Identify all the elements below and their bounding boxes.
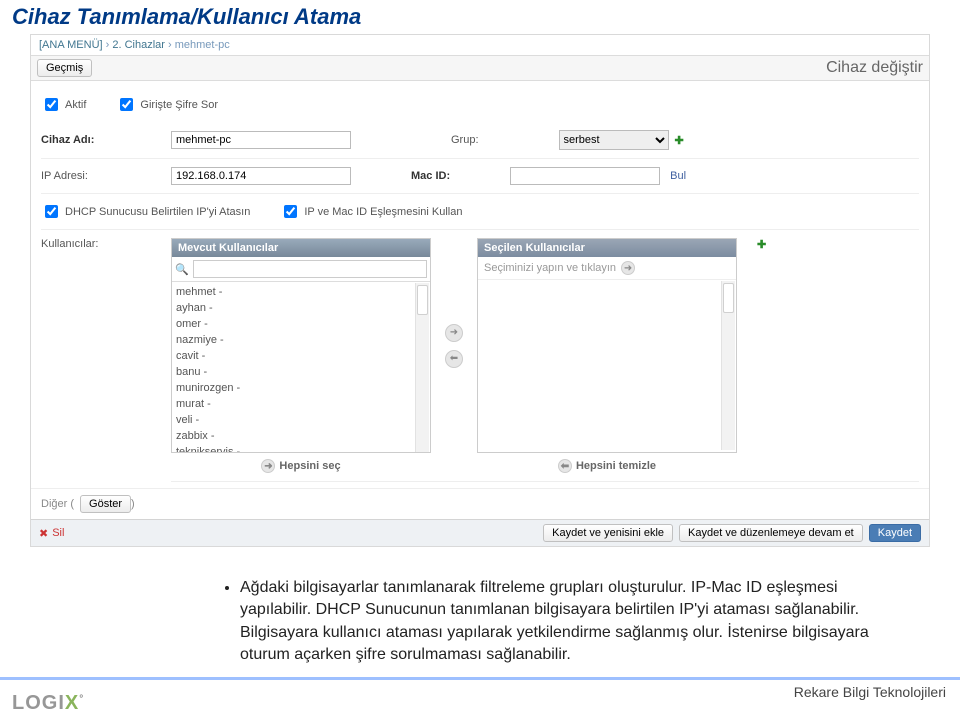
grup-select[interactable]: serbest bbox=[559, 130, 669, 150]
selected-body[interactable] bbox=[478, 280, 736, 450]
list-item[interactable]: zabbix - bbox=[176, 428, 426, 444]
cihaz-adi-input[interactable] bbox=[171, 131, 351, 149]
row-users: Kullanıcılar: Mevcut Kullanıcılar mehmet… bbox=[41, 230, 919, 453]
ip-input[interactable] bbox=[171, 167, 351, 185]
breadcrumb-home[interactable]: [ANA MENÜ] bbox=[39, 39, 103, 51]
list-item[interactable]: murat - bbox=[176, 396, 426, 412]
selected-listbox: Seçilen Kullanıcılar Seçiminizi yapın ve… bbox=[477, 238, 737, 453]
sifre-label: Girişte Şifre Sor bbox=[140, 99, 218, 111]
show-button[interactable]: Göster bbox=[80, 495, 131, 513]
breadcrumb-item: mehmet-pc bbox=[175, 39, 230, 51]
label-cihaz-adi: Cihaz Adı: bbox=[41, 134, 171, 146]
sifre-check-input[interactable] bbox=[120, 98, 133, 111]
hint-arrow-icon: ➜ bbox=[621, 261, 635, 275]
available-header: Mevcut Kullanıcılar bbox=[172, 239, 430, 257]
clear-all-icon: ⬅ bbox=[558, 459, 572, 473]
footer-brand: Rekare Bilgi Teknolojileri bbox=[0, 677, 960, 704]
delete-icon: ✖ bbox=[39, 527, 48, 540]
available-search-input[interactable] bbox=[193, 260, 427, 278]
list-item[interactable]: omer - bbox=[176, 316, 426, 332]
save-add-button[interactable]: Kaydet ve yenisini ekle bbox=[543, 524, 673, 542]
save-button[interactable]: Kaydet bbox=[869, 524, 921, 542]
list-item[interactable]: ayhan - bbox=[176, 300, 426, 316]
select-all-label: Hepsini seç bbox=[279, 460, 340, 472]
list-item[interactable]: cavit - bbox=[176, 348, 426, 364]
breadcrumb-section[interactable]: 2. Cihazlar bbox=[112, 39, 165, 51]
list-item[interactable]: teknikservis - bbox=[176, 444, 426, 452]
list-item[interactable]: veli - bbox=[176, 412, 426, 428]
list-item[interactable]: nazmiye - bbox=[176, 332, 426, 348]
breadcrumb: [ANA MENÜ] › 2. Cihazlar › mehmet-pc bbox=[31, 35, 929, 55]
row-cihaz-adi: Cihaz Adı: Grup: serbest ✚ bbox=[41, 122, 919, 159]
panel-title: Cihaz değiştir bbox=[826, 59, 923, 77]
row-dhcp: DHCP Sunucusu Belirtilen IP'yi Atasın IP… bbox=[41, 194, 919, 230]
ipmac-check-input[interactable] bbox=[284, 205, 297, 218]
breadcrumb-sep: › bbox=[168, 39, 172, 51]
app-panel: [ANA MENÜ] › 2. Cihazlar › mehmet-pc Geç… bbox=[30, 34, 930, 547]
add-user-icon[interactable]: ✚ bbox=[757, 238, 766, 251]
aktif-label: Aktif bbox=[65, 99, 86, 111]
available-listbox: Mevcut Kullanıcılar mehmet - ayhan - ome… bbox=[171, 238, 431, 453]
mac-input[interactable] bbox=[510, 167, 660, 185]
aktif-check-input[interactable] bbox=[45, 98, 58, 111]
clear-all-label: Hepsini temizle bbox=[576, 460, 656, 472]
save-continue-button[interactable]: Kaydet ve düzenlemeye devam et bbox=[679, 524, 863, 542]
available-search bbox=[172, 257, 430, 282]
list-item[interactable]: munirozgen - bbox=[176, 380, 426, 396]
bul-link[interactable]: Bul bbox=[670, 170, 686, 182]
available-body[interactable]: mehmet - ayhan - omer - nazmiye - cavit … bbox=[172, 282, 430, 452]
clear-all-button[interactable]: ⬅ Hepsini temizle bbox=[477, 459, 737, 473]
move-left-icon[interactable]: ⬅ bbox=[445, 350, 463, 368]
label-mac: Mac ID: bbox=[411, 170, 450, 182]
label-diger: Diğer bbox=[41, 498, 67, 510]
breadcrumb-sep: › bbox=[106, 39, 110, 51]
ipmac-checkbox[interactable]: IP ve Mac ID Eşleşmesini Kullan bbox=[280, 202, 462, 221]
label-ip: IP Adresi: bbox=[41, 170, 171, 182]
dhcp-label: DHCP Sunucusu Belirtilen IP'yi Atasın bbox=[65, 206, 250, 218]
search-icon bbox=[175, 263, 189, 276]
scrollbar[interactable] bbox=[415, 283, 429, 452]
list-item[interactable]: mehmet - bbox=[176, 284, 426, 300]
aktif-checkbox[interactable]: Aktif bbox=[41, 95, 86, 114]
page-title: Cihaz Tanımlama/Kullanıcı Atama bbox=[0, 0, 960, 34]
ipmac-label: IP ve Mac ID Eşleşmesini Kullan bbox=[304, 206, 462, 218]
form-area: Aktif Girişte Şifre Sor Cihaz Adı: Grup:… bbox=[31, 81, 929, 488]
add-group-icon[interactable]: ✚ bbox=[675, 134, 684, 147]
label-grup: Grup: bbox=[451, 134, 479, 146]
list-item[interactable]: banu - bbox=[176, 364, 426, 380]
select-all-row: ➜ Hepsini seç ⬅ Hepsini temizle bbox=[171, 459, 919, 482]
filter-select-multiple: Mevcut Kullanıcılar mehmet - ayhan - ome… bbox=[171, 238, 919, 453]
row-ip: IP Adresi: Mac ID: Bul bbox=[41, 159, 919, 194]
move-right-icon[interactable]: ➜ bbox=[445, 324, 463, 342]
notes-list: Ağdaki bilgisayarlar tanımlanarak filtre… bbox=[200, 577, 870, 667]
selected-hint: Seçiminizi yapın ve tıklayın ➜ bbox=[478, 257, 736, 280]
dhcp-checkbox[interactable]: DHCP Sunucusu Belirtilen IP'yi Atasın bbox=[41, 202, 250, 221]
selected-hint-text: Seçiminizi yapın ve tıklayın bbox=[484, 262, 616, 274]
other-row: Diğer (Göster) bbox=[31, 488, 929, 519]
scrollbar[interactable] bbox=[721, 281, 735, 450]
label-kullanicilar: Kullanıcılar: bbox=[41, 238, 171, 453]
select-all-button[interactable]: ➜ Hepsini seç bbox=[171, 459, 431, 473]
logo: LOGIX° bbox=[12, 692, 84, 715]
delete-label: Sil bbox=[52, 527, 64, 539]
dhcp-check-input[interactable] bbox=[45, 205, 58, 218]
move-buttons: ➜ ⬅ bbox=[445, 238, 463, 453]
row-flags: Aktif Girişte Şifre Sor bbox=[41, 87, 919, 122]
selected-header: Seçilen Kullanıcılar bbox=[478, 239, 736, 257]
sifre-checkbox[interactable]: Girişte Şifre Sor bbox=[116, 95, 218, 114]
history-button[interactable]: Geçmiş bbox=[37, 59, 92, 77]
delete-button[interactable]: ✖ Sil bbox=[39, 527, 64, 540]
header-bar: Geçmiş Cihaz değiştir bbox=[31, 55, 929, 81]
note-item: Ağdaki bilgisayarlar tanımlanarak filtre… bbox=[240, 577, 870, 667]
select-all-icon: ➜ bbox=[261, 459, 275, 473]
action-bar: ✖ Sil Kaydet ve yenisini ekle Kaydet ve … bbox=[31, 519, 929, 546]
